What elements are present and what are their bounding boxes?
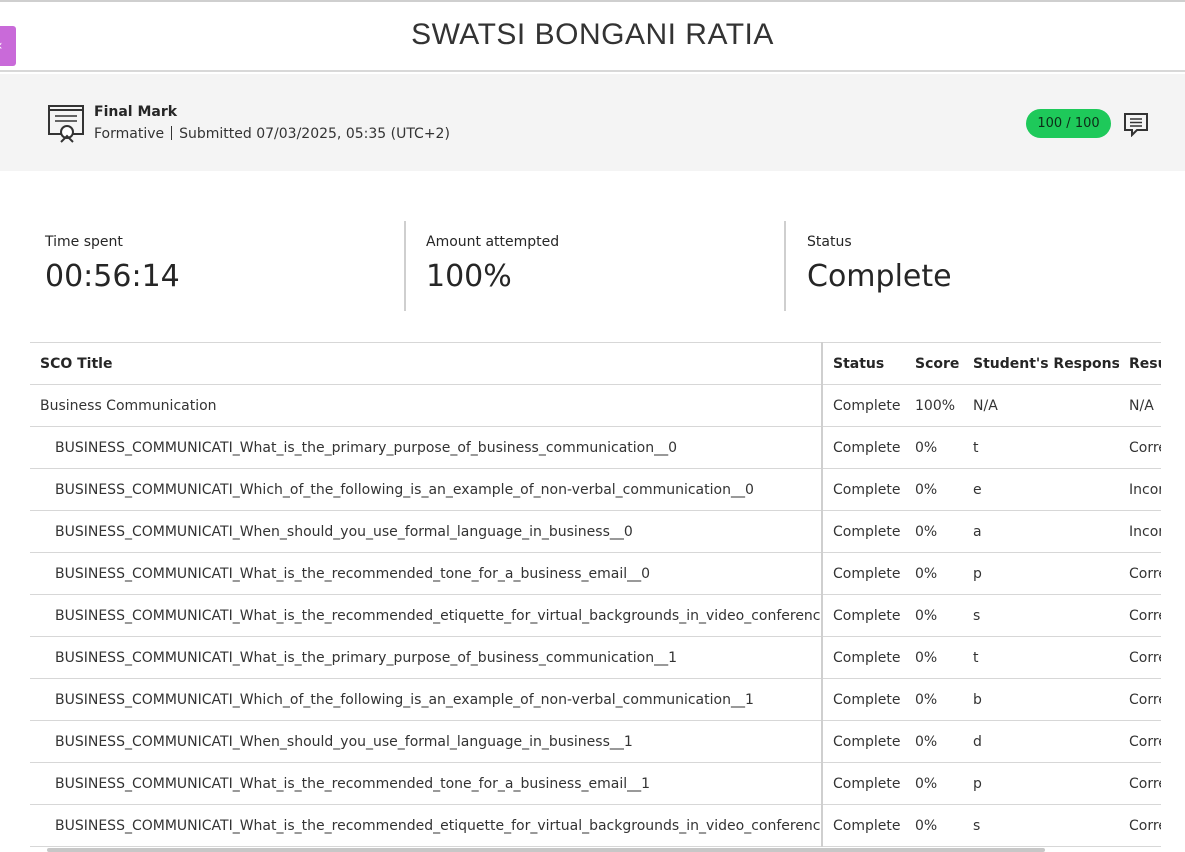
response-cell: p — [963, 762, 1119, 805]
result-cell: Incorrect — [1119, 468, 1161, 511]
header-divider — [0, 70, 1185, 72]
table-row: BUSINESS_COMMUNICATI_What_is_the_recomme… — [30, 804, 1161, 847]
sco-title-cell: BUSINESS_COMMUNICATI_What_is_the_primary… — [30, 636, 823, 679]
status-cell: Complete — [822, 468, 905, 511]
score-cell: 0% — [905, 552, 963, 595]
table-row: BUSINESS_COMMUNICATI_When_should_you_use… — [30, 510, 1161, 553]
score-cell: 0% — [905, 678, 963, 721]
result-cell: N/A — [1119, 384, 1161, 427]
status-cell: Complete — [822, 762, 905, 805]
sco-title-cell: BUSINESS_COMMUNICATI_When_should_you_use… — [30, 720, 823, 763]
column-header-result[interactable]: Result — [1119, 342, 1161, 385]
status-cell: Complete — [822, 720, 905, 763]
stat-label: Amount attempted — [426, 234, 560, 250]
sco-results-table-container[interactable]: SCO Title Status Score Student's Respons… — [30, 342, 1161, 848]
comment-icon[interactable] — [1123, 111, 1149, 137]
horizontal-scrollbar[interactable] — [47, 848, 1045, 852]
status-cell: Complete — [822, 510, 905, 553]
certificate-document-icon — [48, 105, 84, 143]
status-cell: Complete — [822, 594, 905, 637]
response-cell: s — [963, 804, 1119, 847]
top-divider — [0, 0, 1185, 2]
result-cell: Correct — [1119, 804, 1161, 847]
sco-title-cell: BUSINESS_COMMUNICATI_Which_of_the_follow… — [30, 468, 823, 511]
assessment-type: Formative — [94, 126, 165, 142]
table-row: BUSINESS_COMMUNICATI_Which_of_the_follow… — [30, 468, 1161, 511]
table-row: BUSINESS_COMMUNICATI_What_is_the_primary… — [30, 426, 1161, 469]
result-cell: Correct — [1119, 762, 1161, 805]
response-cell: e — [963, 468, 1119, 511]
stat-label: Time spent — [45, 234, 123, 250]
response-cell: d — [963, 720, 1119, 763]
grade-item-title: Final Mark — [94, 104, 178, 120]
status-cell: Complete — [822, 678, 905, 721]
page-title: SWATSI BONGANI RATIA — [411, 18, 774, 51]
score-cell: 0% — [905, 804, 963, 847]
table-row: BUSINESS_COMMUNICATI_Which_of_the_follow… — [30, 678, 1161, 721]
column-header-sco-title[interactable]: SCO Title — [30, 342, 823, 385]
result-cell: Correct — [1119, 426, 1161, 469]
submission-date: Submitted 07/03/2025, 05:35 (UTC+2) — [179, 126, 450, 142]
sco-title-cell: BUSINESS_COMMUNICATI_What_is_the_recomme… — [30, 804, 823, 847]
response-cell: N/A — [963, 384, 1119, 427]
table-row: Business Communication Complete 100% N/A… — [30, 384, 1161, 427]
stat-value: Complete — [807, 259, 952, 294]
sco-results-table: SCO Title Status Score Student's Respons… — [30, 342, 1161, 847]
column-header-score[interactable]: Score — [905, 342, 963, 385]
table-row: BUSINESS_COMMUNICATI_What_is_the_recomme… — [30, 594, 1161, 637]
response-cell: p — [963, 552, 1119, 595]
result-cell: Correct — [1119, 594, 1161, 637]
table-row: BUSINESS_COMMUNICATI_When_should_you_use… — [30, 720, 1161, 763]
score-cell: 0% — [905, 594, 963, 637]
sco-title-cell: BUSINESS_COMMUNICATI_What_is_the_recomme… — [30, 762, 823, 805]
stat-divider — [404, 221, 406, 311]
response-cell: b — [963, 678, 1119, 721]
stat-divider — [784, 221, 786, 311]
sco-title-cell: BUSINESS_COMMUNICATI_Which_of_the_follow… — [30, 678, 823, 721]
column-header-response[interactable]: Student's Response — [963, 342, 1119, 385]
score-cell: 0% — [905, 426, 963, 469]
result-cell: Correct — [1119, 720, 1161, 763]
response-cell: t — [963, 636, 1119, 679]
table-row: BUSINESS_COMMUNICATI_What_is_the_recomme… — [30, 552, 1161, 595]
status-cell: Complete — [822, 552, 905, 595]
table-row: BUSINESS_COMMUNICATI_What_is_the_recomme… — [30, 762, 1161, 805]
sco-title-cell: BUSINESS_COMMUNICATI_What_is_the_recomme… — [30, 552, 823, 595]
score-cell: 0% — [905, 510, 963, 553]
sco-title-cell: Business Communication — [30, 384, 823, 427]
status-cell: Complete — [822, 426, 905, 469]
stat-label: Status — [807, 234, 852, 250]
meta-separator — [171, 126, 173, 140]
result-cell: Incorrect — [1119, 510, 1161, 553]
result-cell: Correct — [1119, 636, 1161, 679]
attempt-stats: Time spent 00:56:14 Amount attempted 100… — [0, 221, 1185, 311]
score-cell: 100% — [905, 384, 963, 427]
sco-title-cell: BUSINESS_COMMUNICATI_What_is_the_recomme… — [30, 594, 823, 637]
table-row: BUSINESS_COMMUNICATI_What_is_the_primary… — [30, 636, 1161, 679]
grade-summary-bar: Final Mark Formative Submitted 07/03/2025… — [0, 74, 1185, 171]
stat-value: 00:56:14 — [45, 259, 180, 294]
result-cell: Correct — [1119, 678, 1161, 721]
status-cell: Complete — [822, 636, 905, 679]
grade-item-meta: Formative Submitted 07/03/2025, 05:35 (UT… — [94, 126, 450, 142]
grade-pill: 100 / 100 — [1026, 109, 1111, 138]
status-cell: Complete — [822, 384, 905, 427]
score-cell: 0% — [905, 468, 963, 511]
table-header-row: SCO Title Status Score Student's Respons… — [30, 342, 1161, 385]
response-cell: t — [963, 426, 1119, 469]
response-cell: a — [963, 510, 1119, 553]
score-cell: 0% — [905, 720, 963, 763]
score-cell: 0% — [905, 762, 963, 805]
sco-title-cell: BUSINESS_COMMUNICATI_When_should_you_use… — [30, 510, 823, 553]
status-cell: Complete — [822, 804, 905, 847]
column-header-status[interactable]: Status — [822, 342, 905, 385]
sco-title-cell: BUSINESS_COMMUNICATI_What_is_the_primary… — [30, 426, 823, 469]
result-cell: Correct — [1119, 552, 1161, 595]
response-cell: s — [963, 594, 1119, 637]
stat-value: 100% — [426, 259, 512, 294]
score-cell: 0% — [905, 636, 963, 679]
